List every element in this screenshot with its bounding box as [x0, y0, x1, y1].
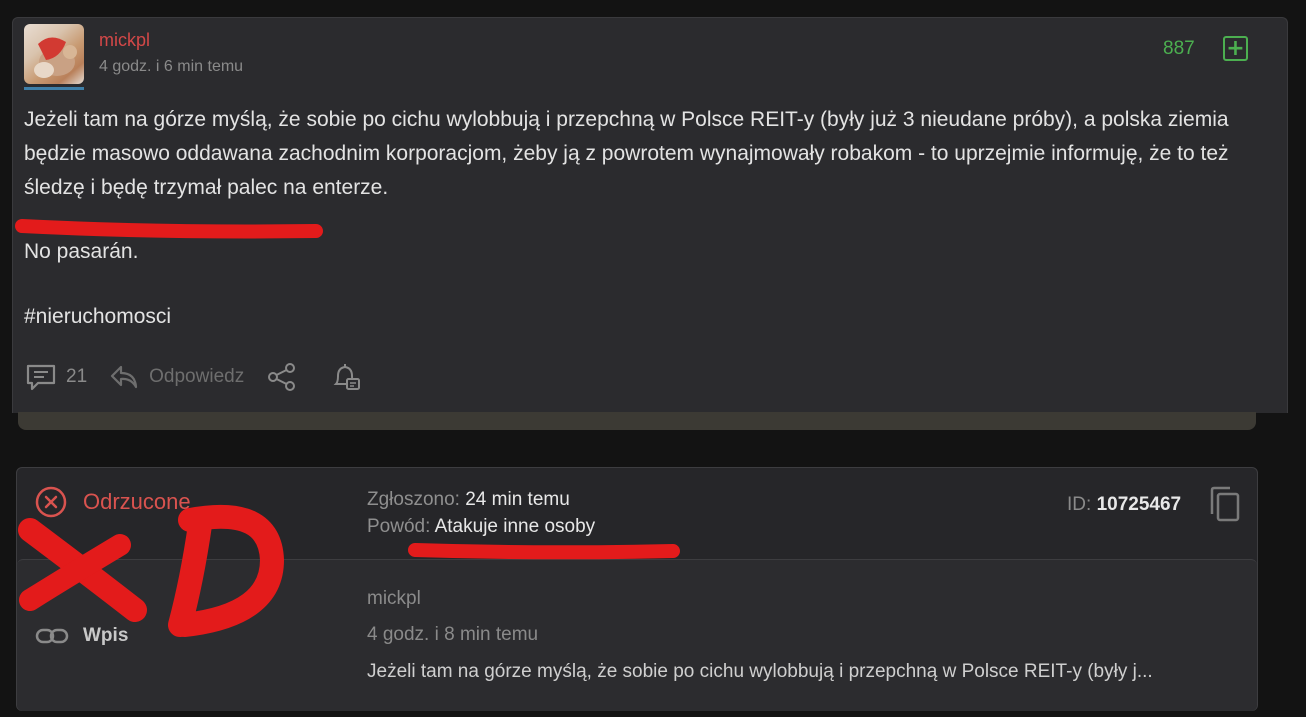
comments-count[interactable]: 21 [66, 366, 87, 388]
post-time[interactable]: 4 godz. i 6 min temu [99, 58, 243, 76]
avatar[interactable] [24, 24, 84, 84]
report-status: Odrzucone [83, 489, 191, 514]
reported-value: 24 min temu [465, 489, 570, 510]
reported-label: Zgłoszono: [367, 489, 460, 510]
copy-icon[interactable] [1208, 486, 1242, 528]
post-card [12, 17, 1288, 413]
rejected-status-icon [35, 486, 67, 522]
reply-button[interactable]: Odpowiedz [149, 366, 244, 388]
reported-entry-excerpt[interactable]: Jeżeli tam na górze myślą, że sobie po c… [367, 661, 1247, 683]
report-id: ID: 10725467 [1067, 494, 1181, 516]
report-id-label: ID: [1067, 494, 1092, 515]
post-actions: 21 Odpowiedz [24, 362, 362, 392]
comment-icon[interactable] [24, 362, 58, 392]
post-tag[interactable]: #nieruchomosci [24, 305, 171, 329]
reported-entry-time[interactable]: 4 godz. i 8 min temu [367, 624, 538, 646]
notification-icon[interactable] [330, 362, 362, 392]
entry-type-label: Wpis [83, 625, 129, 646]
post-bottom-bar [18, 412, 1256, 430]
link-icon [35, 625, 69, 651]
post-author[interactable]: mickpl [99, 30, 150, 51]
reported-line: Zgłoszono: 24 min temu [367, 489, 570, 511]
reported-entry-card[interactable] [17, 559, 1257, 711]
plus-icon[interactable]: + [1223, 36, 1248, 61]
reason-line: Powód: Atakuje inne osoby [367, 516, 595, 538]
share-icon[interactable] [266, 362, 298, 392]
vote-count: 887 [1163, 38, 1195, 59]
post-body-paragraph-2: No pasarán. [24, 240, 139, 263]
report-id-value: 10725467 [1096, 494, 1182, 515]
reply-icon[interactable] [109, 363, 139, 391]
reason-value: Atakuje inne osoby [434, 516, 596, 537]
post-body: Jeżeli tam na górze myślą, że sobie po c… [24, 103, 1254, 205]
avatar-underline [24, 87, 84, 90]
post-body-paragraph: Jeżeli tam na górze myślą, że sobie po c… [24, 108, 1229, 199]
reported-entry-author[interactable]: mickpl [367, 588, 421, 610]
reason-label: Powód: [367, 516, 431, 537]
avatar-image [34, 37, 77, 78]
